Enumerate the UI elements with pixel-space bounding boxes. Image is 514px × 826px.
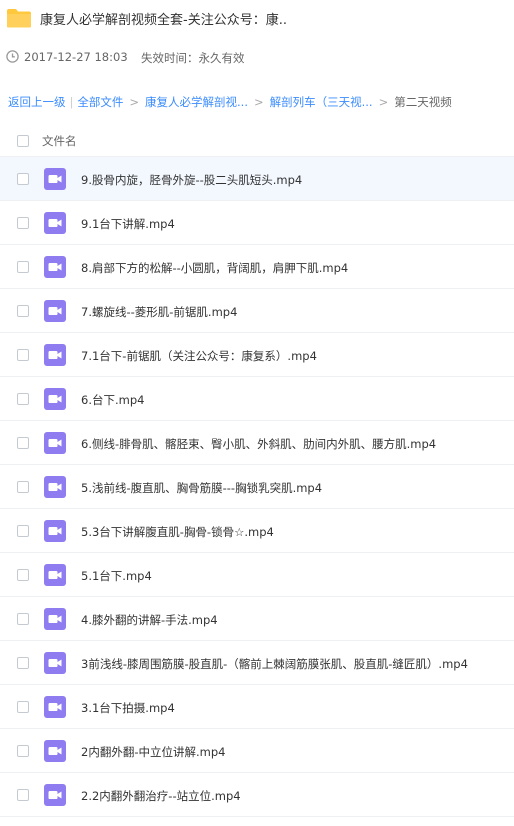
breadcrumb-separator: >: [378, 95, 389, 109]
clock-icon: [6, 50, 19, 63]
file-checkbox[interactable]: [17, 305, 29, 317]
video-file-icon: [44, 388, 66, 410]
video-file-icon: [44, 652, 66, 674]
share-header: 康复人必学解剖视频全套-关注公众号：康.. 2017-12-27 18:03 失…: [0, 0, 514, 90]
file-row[interactable]: 7.螺旋线--菱形肌-前锯肌.mp4: [0, 289, 514, 333]
video-file-icon: [44, 344, 66, 366]
breadcrumb-all-files[interactable]: 全部文件: [77, 94, 123, 110]
file-name[interactable]: 2.2内翻外翻治疗--站立位.mp4: [81, 788, 241, 804]
file-row[interactable]: 8.肩部下方的松解--小圆肌，背阔肌，肩胛下肌.mp4: [0, 245, 514, 289]
file-checkbox[interactable]: [17, 261, 29, 273]
video-file-icon: [44, 476, 66, 498]
file-checkbox[interactable]: [17, 393, 29, 405]
file-name[interactable]: 6.侧线-腓骨肌、髂胫束、臀小肌、外斜肌、肋间内外肌、腰方肌.mp4: [81, 436, 436, 452]
file-checkbox[interactable]: [17, 437, 29, 449]
file-name[interactable]: 9.1台下讲解.mp4: [81, 216, 175, 232]
breadcrumb-crumb-1[interactable]: 康复人必学解剖视...: [145, 94, 248, 110]
file-row[interactable]: 4.膝外翻的讲解-手法.mp4: [0, 597, 514, 641]
file-list-header: 文件名: [0, 126, 514, 157]
file-name[interactable]: 2内翻外翻-中立位讲解.mp4: [81, 744, 225, 760]
file-checkbox[interactable]: [17, 217, 29, 229]
file-checkbox[interactable]: [17, 349, 29, 361]
file-name[interactable]: 4.膝外翻的讲解-手法.mp4: [81, 612, 218, 628]
video-file-icon: [44, 740, 66, 762]
folder-icon: [7, 9, 31, 28]
video-file-icon: [44, 564, 66, 586]
column-filename[interactable]: 文件名: [42, 133, 77, 149]
video-file-icon: [44, 432, 66, 454]
file-name[interactable]: 3.1台下拍摄.mp4: [81, 700, 175, 716]
file-row[interactable]: 5.浅前线-腹直肌、胸骨筋膜---胸锁乳突肌.mp4: [0, 465, 514, 509]
file-name[interactable]: 5.浅前线-腹直肌、胸骨筋膜---胸锁乳突肌.mp4: [81, 480, 322, 496]
file-name[interactable]: 5.1台下.mp4: [81, 568, 152, 584]
file-checkbox[interactable]: [17, 745, 29, 757]
file-checkbox[interactable]: [17, 789, 29, 801]
share-title: 康复人必学解剖视频全套-关注公众号：康..: [40, 13, 287, 28]
video-file-icon: [44, 784, 66, 806]
file-row[interactable]: 5.3台下讲解腹直肌-胸骨-锁骨☆.mp4: [0, 509, 514, 553]
file-row[interactable]: 2.2内翻外翻治疗--站立位.mp4: [0, 773, 514, 817]
breadcrumb-separator: >: [253, 95, 264, 109]
file-row[interactable]: 6.侧线-腓骨肌、髂胫束、臀小肌、外斜肌、肋间内外肌、腰方肌.mp4: [0, 421, 514, 465]
file-name[interactable]: 3前浅线-膝周围筋膜-股直肌-（髂前上棘阔筋膜张肌、股直肌-缝匠肌）.mp4: [81, 656, 468, 672]
breadcrumb-separator: >: [129, 95, 140, 109]
file-checkbox[interactable]: [17, 613, 29, 625]
video-file-icon: [44, 520, 66, 542]
file-name[interactable]: 7.1台下-前锯肌（关注公众号：康复系）.mp4: [81, 348, 317, 364]
file-checkbox[interactable]: [17, 657, 29, 669]
select-all-checkbox[interactable]: [17, 135, 29, 147]
file-row[interactable]: 7.1台下-前锯肌（关注公众号：康复系）.mp4: [0, 333, 514, 377]
file-row[interactable]: 6.台下.mp4: [0, 377, 514, 421]
video-file-icon: [44, 256, 66, 278]
file-name[interactable]: 5.3台下讲解腹直肌-胸骨-锁骨☆.mp4: [81, 524, 274, 540]
breadcrumb-divider: |: [69, 95, 74, 109]
file-checkbox[interactable]: [17, 173, 29, 185]
file-checkbox[interactable]: [17, 569, 29, 581]
video-file-icon: [44, 696, 66, 718]
video-file-icon: [44, 608, 66, 630]
file-row[interactable]: 9.1台下讲解.mp4: [0, 201, 514, 245]
file-row[interactable]: 5.1台下.mp4: [0, 553, 514, 597]
file-row[interactable]: 3前浅线-膝周围筋膜-股直肌-（髂前上棘阔筋膜张肌、股直肌-缝匠肌）.mp4: [0, 641, 514, 685]
breadcrumb: 返回上一级 | 全部文件 > 康复人必学解剖视... > 解剖列车（三天视...…: [8, 94, 452, 110]
back-link[interactable]: 返回上一级: [8, 94, 66, 110]
video-file-icon: [44, 212, 66, 234]
file-name[interactable]: 7.螺旋线--菱形肌-前锯肌.mp4: [81, 304, 237, 320]
file-row[interactable]: 3.1台下拍摄.mp4: [0, 685, 514, 729]
video-file-icon: [44, 300, 66, 322]
file-checkbox[interactable]: [17, 701, 29, 713]
file-row[interactable]: 2内翻外翻-中立位讲解.mp4: [0, 729, 514, 773]
file-list: 9.股骨内旋，胫骨外旋--股二头肌短头.mp4 9.1台下讲解.mp4 8.肩部下方…: [0, 157, 514, 817]
file-name[interactable]: 8.肩部下方的松解--小圆肌，背阔肌，肩胛下肌.mp4: [81, 260, 348, 276]
file-row[interactable]: 9.股骨内旋，胫骨外旋--股二头肌短头.mp4: [0, 157, 514, 201]
file-name[interactable]: 6.台下.mp4: [81, 392, 144, 408]
video-file-icon: [44, 168, 66, 190]
file-checkbox[interactable]: [17, 481, 29, 493]
breadcrumb-crumb-2[interactable]: 解剖列车（三天视...: [270, 94, 373, 110]
breadcrumb-current: 第二天视频: [394, 95, 452, 109]
file-name[interactable]: 9.股骨内旋，胫骨外旋--股二头肌短头.mp4: [81, 172, 302, 188]
expire-time: 失效时间：永久有效: [141, 51, 245, 65]
share-date: 2017-12-27 18:03: [24, 50, 128, 64]
file-checkbox[interactable]: [17, 525, 29, 537]
